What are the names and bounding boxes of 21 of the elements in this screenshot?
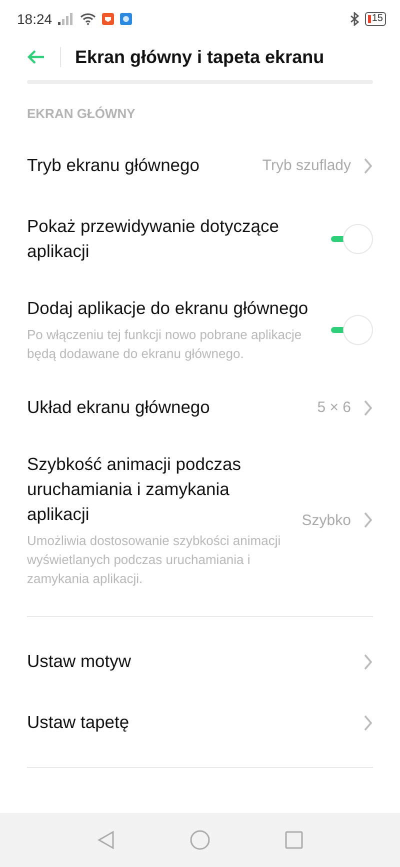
setting-label: Ustaw tapetę [27,711,130,734]
setting-label: Dodaj aplikacje do ekranu głównego [27,297,310,320]
setting-value: Tryb szuflady [262,157,351,174]
setting-row[interactable]: Ustaw tapetę [0,692,400,753]
setting-description: Umożliwia dostosowanie szybkości animacji wyświetlanych podczas uruchamiania i zamykania aplikacji. [27,532,282,588]
page-title: Ekran główny i tapeta ekranu [75,46,324,68]
setting-value: Szybko [302,512,351,528]
setting-value: 5 × 6 [317,399,351,416]
status-time: 18:24 [17,11,52,27]
setting-label: Ustaw motyw [27,650,132,673]
setting-label: Układ ekranu głównego [27,396,211,419]
setting-row[interactable]: Ustaw motyw [0,631,400,692]
setting-row[interactable]: Układ ekranu głównego 5 × 6 [0,377,400,438]
section-title: EKRAN GŁÓWNY [26,105,136,123]
setting-row[interactable]: Szybkość animacji podczas uruchamiania i zamykania aplikacji Umożliwia dostosowanie szybkości animacji wyświetlanych podczas uruchamiania i zamykania aplikacji. Szybko [0,438,400,602]
setting-label: Szybkość animacji podczas uruchamiania i zamykania aplikacji [27,453,242,526]
setting-label: Pokaż przewidywanie dotyczące aplikacji [27,215,280,263]
battery-icon: 15 [364,12,386,26]
setting-label: Tryb ekranu głównego [27,154,201,177]
setting-description: Po włączeniu tej funkcji nowo pobrane aplikacje będą dodawane do ekranu głównego. [27,326,303,363]
setting-row[interactable]: Tryb ekranu głównego Tryb szuflady [0,135,400,196]
